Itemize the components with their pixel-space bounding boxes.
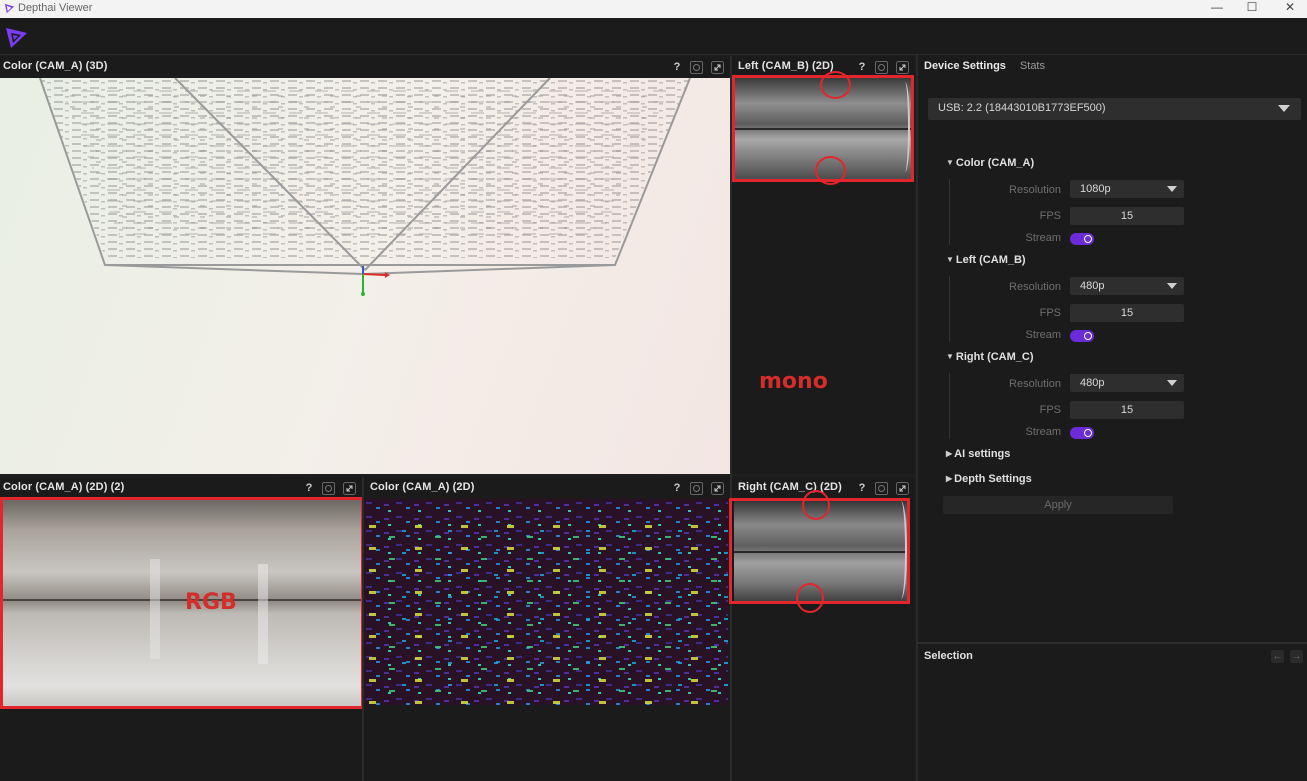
panel-header-color-2d: Color (CAM_A) (2D) ? (364, 477, 730, 499)
close-button[interactable]: ✕ (1271, 0, 1307, 18)
apply-button[interactable]: Apply (943, 496, 1173, 514)
minimize-button[interactable]: — (1198, 0, 1236, 18)
stream-label: Stream (1025, 426, 1061, 438)
panel-title: Color (CAM_A) (2D) (2) (3, 481, 125, 493)
panel-header-color-2d-2: Color (CAM_A) (2D) (2) ? (0, 477, 362, 499)
settings-icon[interactable] (875, 60, 888, 74)
back-arrow-icon[interactable]: ← (1271, 650, 1284, 663)
device-select-value: USB: 2.2 (18443010B1773EF500) (938, 102, 1106, 114)
help-icon[interactable]: ? (857, 61, 867, 73)
window-title: Depthai Viewer (18, 2, 93, 14)
resolution-value: 480p (1080, 280, 1105, 292)
panel-title: Left (CAM_B) (2D) (738, 60, 834, 72)
depth-image (364, 499, 728, 705)
device-select[interactable]: USB: 2.2 (18443010B1773EF500) (928, 98, 1301, 120)
fps-input[interactable]: 15 (1070, 304, 1184, 322)
triangle-down-icon: ▼ (946, 158, 954, 167)
section-left-cam-b[interactable]: ▼ Left (CAM_B) (946, 254, 1026, 266)
resolution-select[interactable]: 480p (1070, 277, 1184, 295)
resolution-label: Resolution (1009, 184, 1061, 196)
maximize-icon[interactable] (896, 481, 909, 495)
triangle-down-icon: ▼ (946, 255, 954, 264)
stream-label: Stream (1025, 232, 1061, 244)
chevron-down-icon (1167, 186, 1177, 192)
viewport-3d[interactable] (0, 78, 730, 474)
fps-label: FPS (1039, 404, 1061, 416)
top-toolbar (0, 18, 1307, 55)
help-icon[interactable]: ? (857, 482, 867, 494)
panel-title: Color (CAM_A) (3D) (3, 60, 108, 72)
window-titlebar: Depthai Viewer — ☐ ✕ (0, 0, 1307, 18)
tab-device-settings[interactable]: Device Settings (924, 60, 1006, 72)
annotation-circle (815, 156, 846, 185)
stream-toggle[interactable] (1070, 233, 1094, 245)
resolution-label: Resolution (1009, 281, 1061, 293)
settings-icon[interactable] (322, 481, 335, 495)
section-ai-settings[interactable]: ▶ AI settings (946, 448, 1010, 460)
maximize-icon[interactable] (896, 60, 909, 74)
triangle-right-icon: ▶ (946, 474, 953, 483)
maximize-icon[interactable] (711, 481, 724, 495)
annotation-circle (820, 71, 851, 99)
maximize-icon[interactable] (343, 481, 356, 495)
chevron-down-icon (1278, 105, 1290, 112)
stream-toggle[interactable] (1070, 427, 1094, 439)
section-color-cam-a[interactable]: ▼ Color (CAM_A) (946, 157, 1034, 169)
resolution-value: 1080p (1080, 183, 1111, 195)
point-cloud (39, 78, 691, 296)
section-right-cam-c[interactable]: ▼ Right (CAM_C) (946, 351, 1034, 363)
panel-title: Right (CAM_C) (2D) (738, 481, 842, 493)
annotation-circle (796, 583, 824, 613)
panel-header-color-3d: Color (CAM_A) (3D) ? (0, 56, 730, 78)
settings-icon[interactable] (690, 60, 703, 74)
section-title: AI settings (954, 448, 1011, 460)
triangle-down-icon: ▼ (946, 352, 954, 361)
annotation-box-rgb (0, 497, 364, 709)
maximize-icon[interactable] (711, 60, 724, 74)
settings-icon[interactable] (690, 481, 703, 495)
fps-label: FPS (1039, 307, 1061, 319)
section-title: Left (CAM_B) (955, 254, 1026, 266)
chevron-down-icon (1167, 380, 1177, 386)
help-icon[interactable]: ? (672, 482, 682, 494)
annotation-label-rgb: RGB (185, 590, 237, 615)
side-panel: Device Settings Stats USB: 2.2 (18443010… (916, 55, 1307, 781)
section-depth-settings[interactable]: ▶ Depth Settings (946, 473, 1032, 485)
resolution-value: 480p (1080, 377, 1105, 389)
stream-toggle[interactable] (1070, 330, 1094, 342)
resolution-select[interactable]: 1080p (1070, 180, 1184, 198)
help-icon[interactable]: ? (304, 482, 314, 494)
triangle-right-icon: ▶ (946, 449, 953, 458)
fps-input[interactable]: 15 (1070, 401, 1184, 419)
annotation-label-mono: mono (759, 369, 828, 394)
viewport-depth[interactable] (364, 499, 730, 781)
selection-panel: Selection ← → (918, 642, 1307, 781)
resolution-label: Resolution (1009, 378, 1061, 390)
chevron-down-icon (1167, 283, 1177, 289)
resolution-select[interactable]: 480p (1070, 374, 1184, 392)
selection-title: Selection (924, 650, 973, 662)
stream-label: Stream (1025, 329, 1061, 341)
settings-icon[interactable] (875, 481, 888, 495)
tab-stats[interactable]: Stats (1020, 60, 1045, 72)
panel-title: Color (CAM_A) (2D) (370, 481, 475, 493)
section-title: Color (CAM_A) (955, 157, 1035, 169)
section-title: Right (CAM_C) (955, 351, 1034, 363)
forward-arrow-icon[interactable]: → (1290, 650, 1303, 663)
maximize-button[interactable]: ☐ (1233, 0, 1271, 18)
fps-input[interactable]: 15 (1070, 207, 1184, 225)
depthai-app-icon (4, 3, 15, 14)
fps-label: FPS (1039, 210, 1061, 222)
help-icon[interactable]: ? (672, 61, 682, 73)
depthai-logo-icon[interactable] (3, 24, 29, 50)
section-title: Depth Settings (954, 473, 1032, 485)
annotation-circle (802, 490, 830, 520)
